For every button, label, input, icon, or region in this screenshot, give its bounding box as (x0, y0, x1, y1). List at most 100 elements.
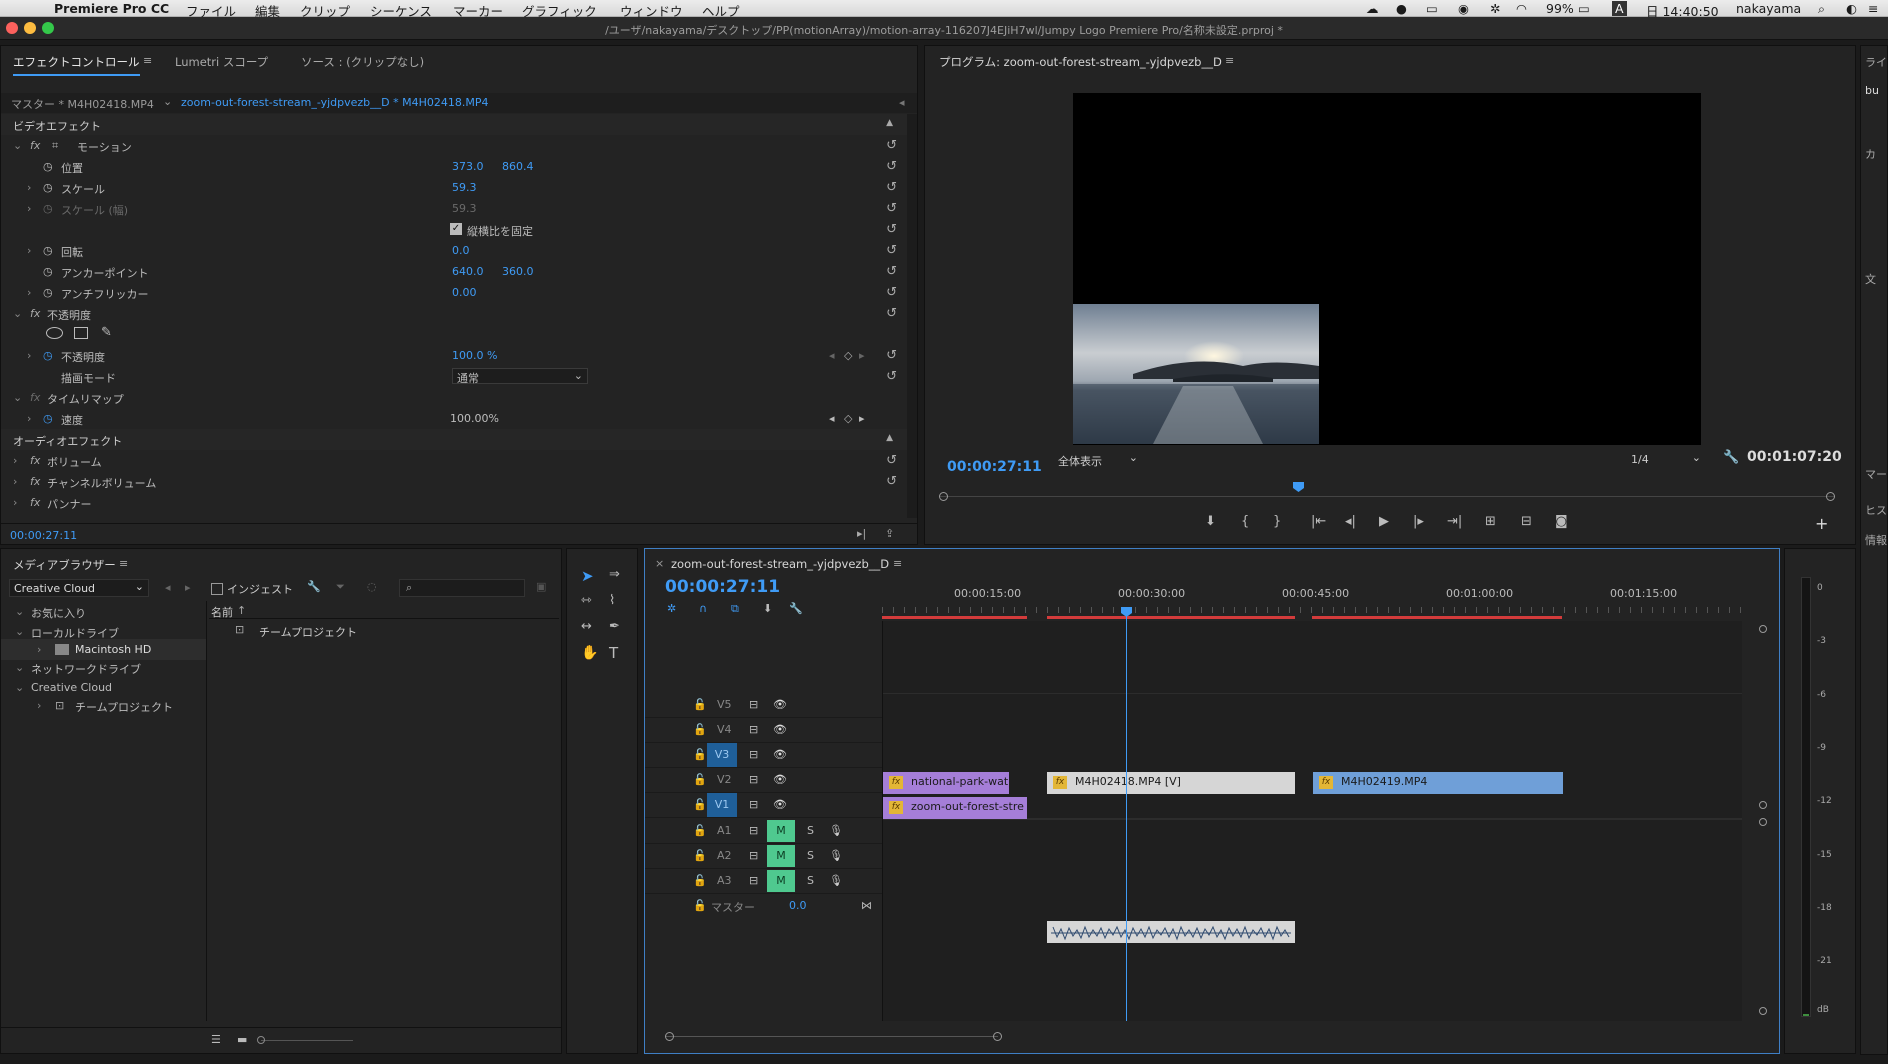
back-icon[interactable]: ◂ (165, 581, 171, 594)
reset-icon[interactable]: ↺ (886, 159, 897, 174)
tab-source[interactable]: ソース : (クリップなし) (301, 54, 424, 70)
track-label[interactable]: V1 (707, 793, 737, 817)
scale-value[interactable]: 59.3 (452, 181, 477, 194)
microphone-icon[interactable]: 🎙 (829, 824, 843, 837)
scroll-up-icon[interactable]: ▲ (886, 118, 893, 128)
media-browser-title[interactable]: メディアブラウザー (13, 557, 116, 573)
lift-icon[interactable]: ⊞ (1485, 514, 1496, 529)
evernote-icon[interactable]: ◉ (1458, 1, 1469, 16)
anchor-x-value[interactable]: 640.0 (452, 265, 484, 278)
nest-icon[interactable]: ✲ (667, 602, 676, 615)
hand-tool-icon[interactable]: ✋ (581, 645, 598, 661)
solo-button[interactable]: S (807, 824, 814, 837)
list-icon[interactable]: ≡ (1868, 1, 1878, 16)
wifi-icon[interactable]: ◠ (1516, 1, 1527, 16)
add-marker-icon[interactable]: ⬇ (1205, 514, 1216, 529)
right-panel-item[interactable]: 文 (1865, 271, 1876, 287)
timeline-tracks-area[interactable]: fx national-park-wat fx M4H02418.MP4 [V] f… (882, 607, 1742, 1021)
eye-icon[interactable]: 👁 (773, 723, 787, 736)
track-select-tool-icon[interactable]: ⇒ (609, 567, 620, 582)
play-icon[interactable]: ▶ (1379, 514, 1389, 529)
channel-volume-row[interactable]: › fx チャンネルボリューム ↺ (1, 471, 907, 492)
bluetooth-icon[interactable]: ✲ (1490, 1, 1500, 16)
scrubber-end-handle[interactable] (1826, 492, 1835, 501)
lock-icon[interactable]: 🔓 (693, 773, 707, 786)
tab-lumetri-scopes[interactable]: Lumetri スコープ (175, 54, 268, 70)
creative-cloud-icon[interactable]: ☁ (1366, 1, 1379, 16)
settings-wrench-icon[interactable]: 🔧 (789, 602, 803, 615)
horizontal-scrollbar[interactable] (665, 1027, 1765, 1047)
rectangle-mask-icon[interactable] (74, 327, 88, 339)
sync-lock-icon[interactable]: ⊟ (749, 698, 758, 711)
scroll-up-icon[interactable]: ▲ (886, 433, 893, 443)
opacity-value[interactable]: 100.0 % (452, 349, 497, 362)
selection-tool-icon[interactable]: ➤ (581, 567, 594, 585)
position-x-value[interactable]: 373.0 (452, 160, 484, 173)
scroll-handle[interactable] (993, 1032, 1002, 1041)
clip-a2-audio[interactable] (1047, 921, 1295, 943)
scroll-handle[interactable] (1759, 1007, 1767, 1015)
collapse-icon[interactable]: ⋈ (861, 899, 872, 912)
column-header[interactable]: 名前 ↑ (209, 601, 559, 619)
lock-icon[interactable]: 🔓 (693, 824, 707, 837)
search-input[interactable]: ⌕ (399, 579, 525, 597)
step-forward-icon[interactable]: |▸ (1413, 514, 1424, 529)
next-keyframe-icon[interactable]: ▸ (859, 412, 865, 425)
view-icon[interactable]: ◌ (367, 580, 377, 593)
chevron-right-icon[interactable]: › (27, 202, 31, 215)
timeline-timecode[interactable]: 00:00:27:11 (665, 577, 780, 597)
timeline-title[interactable]: zoom-out-forest-stream_-yjdpvezb__D (671, 557, 889, 571)
source-select[interactable]: Creative Cloud ⌄ (9, 579, 149, 597)
lock-icon[interactable]: 🔓 (693, 723, 707, 736)
panner-row[interactable]: › fx パンナー (1, 492, 907, 513)
razor-tool-icon[interactable]: ⌇ (609, 593, 615, 608)
reset-icon[interactable]: ↺ (886, 348, 897, 363)
scroll-handle[interactable] (1759, 625, 1767, 633)
solo-button[interactable]: S (807, 849, 814, 862)
scroll-handle[interactable] (665, 1032, 674, 1041)
fit-select[interactable]: 全体表示 ⌄ (1052, 449, 1142, 469)
step-back-icon[interactable]: ◂| (1345, 514, 1356, 529)
sync-lock-icon[interactable]: ⊟ (749, 874, 758, 887)
mark-out-icon[interactable]: } (1273, 514, 1281, 529)
lock-icon[interactable]: 🔓 (693, 874, 707, 887)
effect-list-scrollbar[interactable] (907, 114, 917, 518)
program-scrubber[interactable] (939, 480, 1835, 510)
sync-lock-icon[interactable]: ⊟ (749, 824, 758, 837)
go-to-in-icon[interactable]: |⇤ (1311, 514, 1326, 529)
eye-icon[interactable]: 👁 (773, 773, 787, 786)
fx-icon[interactable]: fx (30, 475, 40, 488)
battery-icon[interactable]: ▭ (1578, 1, 1590, 16)
antiflicker-value[interactable]: 0.00 (452, 286, 477, 299)
ellipse-mask-icon[interactable] (46, 327, 63, 339)
reset-icon[interactable]: ↺ (886, 264, 897, 279)
close-tab-icon[interactable]: × (655, 557, 664, 570)
reset-icon[interactable]: ↺ (886, 474, 897, 489)
clip-link[interactable]: zoom-out-forest-stream_-yjdpvezb__D * M4… (181, 96, 489, 109)
chevron-down-icon[interactable]: ⌄ (13, 391, 22, 404)
sync-lock-icon[interactable]: ⊟ (749, 849, 758, 862)
sync-lock-icon[interactable]: ⊟ (749, 748, 758, 761)
transform-icon[interactable]: ⌗ (52, 139, 58, 153)
opacity-group-row[interactable]: ⌄ fx 不透明度 ↺ (1, 303, 907, 324)
stopwatch-icon[interactable]: ◷ (43, 286, 53, 299)
playhead-icon[interactable] (1293, 482, 1304, 492)
eye-icon[interactable]: 👁 (773, 798, 787, 811)
eye-icon[interactable]: 👁 (773, 698, 787, 711)
program-video-frame[interactable] (1073, 93, 1701, 445)
track-label[interactable]: V2 (717, 773, 732, 786)
siri-icon[interactable]: ◐ (1846, 1, 1857, 16)
sync-lock-icon[interactable]: ⊟ (749, 798, 758, 811)
reset-icon[interactable]: ↺ (886, 222, 897, 237)
stopwatch-icon[interactable]: ◷ (43, 160, 53, 173)
tree-item[interactable]: › ⊡ チームプロジェクト (1, 695, 206, 716)
master-volume-value[interactable]: 0.0 (789, 899, 807, 912)
extract-icon[interactable]: ⊟ (1521, 514, 1532, 529)
clip-v2-m4h02419[interactable]: fx M4H02419.MP4 (1313, 772, 1563, 794)
scroll-handle[interactable] (1759, 801, 1767, 809)
chevron-right-icon[interactable]: › (27, 349, 31, 362)
fx-icon[interactable]: fx (30, 454, 40, 467)
reset-icon[interactable]: ↺ (886, 369, 897, 384)
sync-lock-icon[interactable]: ⊟ (749, 773, 758, 786)
lock-icon[interactable]: 🔓 (693, 698, 707, 711)
